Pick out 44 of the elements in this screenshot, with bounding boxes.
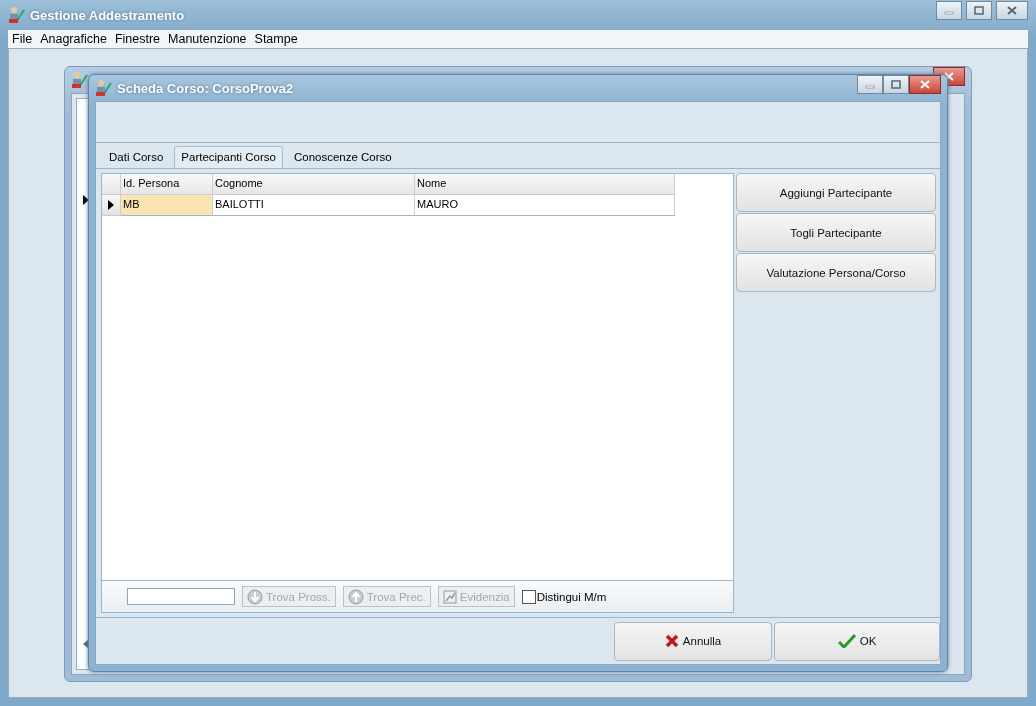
column-header[interactable]: Cognome — [213, 174, 415, 195]
tab[interactable]: Conoscenze Corso — [286, 146, 399, 168]
menu-item[interactable]: Stampe — [250, 32, 302, 46]
maximize-icon — [974, 6, 984, 15]
action-button[interactable]: Valutazione Persona/Corso — [736, 253, 936, 292]
app-icon — [8, 6, 26, 24]
table-cell[interactable]: MB — [121, 195, 213, 216]
checkbox-label: Distingui M/m — [536, 590, 607, 603]
close-icon — [920, 80, 930, 89]
window-title: Gestione Addestramento — [30, 7, 185, 23]
check-icon — [837, 634, 856, 648]
app-icon — [95, 79, 113, 97]
tab[interactable]: Partecipanti Corso — [174, 146, 283, 168]
column-header[interactable]: Id. Persona — [121, 174, 213, 195]
minimize-button[interactable] — [936, 1, 962, 20]
close-button[interactable] — [909, 75, 941, 94]
dialog-title: Scheda Corso: CorsoProva2 — [117, 80, 294, 96]
close-button[interactable] — [996, 1, 1028, 20]
action-button[interactable]: Aggiungi Partecipante — [736, 173, 936, 212]
chart-icon — [442, 589, 457, 604]
close-icon — [944, 72, 954, 81]
footer-button[interactable]: Annulla — [614, 621, 772, 661]
tab[interactable]: Dati Corso — [102, 146, 171, 168]
cross-icon — [664, 634, 679, 648]
close-icon — [1007, 6, 1017, 15]
checkbox[interactable] — [521, 589, 536, 604]
maximize-icon — [891, 80, 901, 89]
row-header[interactable] — [102, 195, 121, 216]
menu-item[interactable]: Finestre — [110, 32, 165, 46]
action-button[interactable]: Togli Partecipante — [736, 213, 936, 252]
header-cell — [102, 174, 121, 195]
column-header[interactable]: Nome — [415, 174, 675, 195]
minimize-button[interactable] — [857, 75, 883, 94]
table-cell[interactable]: BAILOTTI — [213, 195, 415, 216]
menu-item[interactable]: Manutenzione — [164, 32, 251, 46]
row-pointer-icon — [83, 195, 89, 205]
menu-item[interactable]: Anagrafiche — [36, 32, 111, 46]
maximize-button[interactable] — [966, 1, 992, 20]
menu-item[interactable]: File — [8, 32, 37, 46]
down-arrow-icon — [247, 588, 263, 605]
footer-button[interactable]: OK — [774, 621, 940, 661]
search-field[interactable] — [127, 588, 235, 605]
table-cell[interactable]: MAURO — [415, 195, 675, 216]
app-icon — [71, 71, 89, 89]
